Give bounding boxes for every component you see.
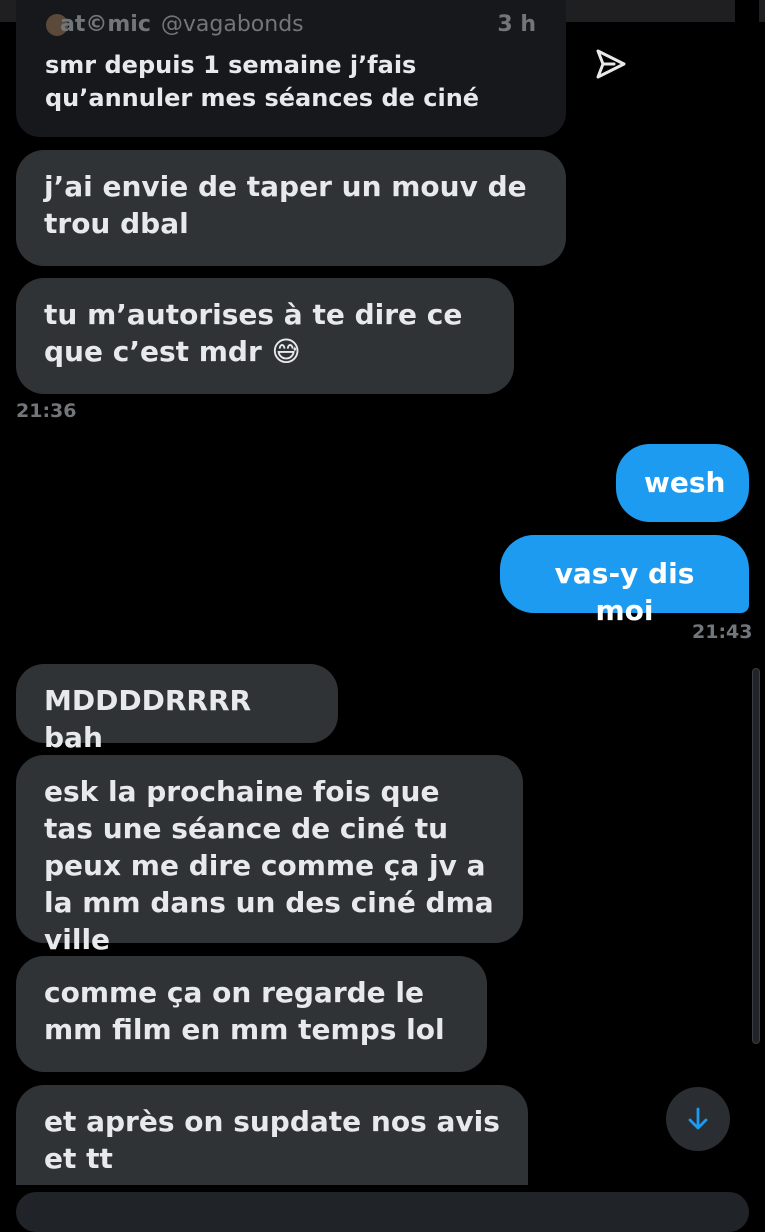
quoted-tweet-text: smr depuis 1 semaine j’fais qu’annuler m… <box>45 51 480 112</box>
arrow-down-icon <box>688 1107 708 1130</box>
message-text: vas-y dis moi <box>554 557 695 627</box>
scrollbar[interactable] <box>752 668 760 1044</box>
message-text: j’ai envie de taper un mouv de trou dbal <box>44 170 527 240</box>
message-text: MDDDDRRRR bah <box>44 684 252 754</box>
message-bubble-received[interactable]: MDDDDRRRR bah <box>16 664 338 754</box>
message-bubble-received[interactable]: tu m’autorises à te dire ce que c’est md… <box>16 278 514 394</box>
scroll-down-button[interactable] <box>666 1087 730 1151</box>
quoted-tweet-card[interactable]: at©mic @vagabonds 3 h smr depuis 1 semain… <box>16 0 566 137</box>
message-text: comme ça on regarde le mm film en mm tem… <box>44 976 445 1046</box>
message-bubble-received[interactable]: et après on supdate nos avis et tt <box>16 1085 528 1185</box>
message-bubble-sent[interactable]: wesh <box>616 444 749 522</box>
send-icon[interactable] <box>592 46 628 82</box>
quoted-author-handle: @vagabonds <box>160 12 304 37</box>
message-bubble-received[interactable]: j’ai envie de taper un mouv de trou dbal <box>16 150 566 266</box>
message-composer[interactable] <box>16 1192 749 1232</box>
message-text: et après on supdate nos avis et tt <box>44 1105 500 1175</box>
message-bubble-sent[interactable]: vas-y dis moi <box>500 535 749 627</box>
quoted-author: at©mic @vagabonds <box>60 12 304 37</box>
message-bubble-received[interactable]: comme ça on regarde le mm film en mm tem… <box>16 956 487 1072</box>
status-bar-notch <box>735 0 759 22</box>
message-text: wesh <box>644 466 726 499</box>
message-text: tu m’autorises à te dire ce que c’est md… <box>44 298 463 368</box>
message-text: esk la prochaine fois que tas une séance… <box>44 775 494 956</box>
message-bubble-received[interactable]: esk la prochaine fois que tas une séance… <box>16 755 523 956</box>
message-timestamp: 21:36 <box>16 400 77 422</box>
quoted-tweet-time: 3 h <box>497 12 536 37</box>
message-timestamp: 21:43 <box>692 621 753 643</box>
quoted-author-name: at©mic <box>60 12 151 37</box>
